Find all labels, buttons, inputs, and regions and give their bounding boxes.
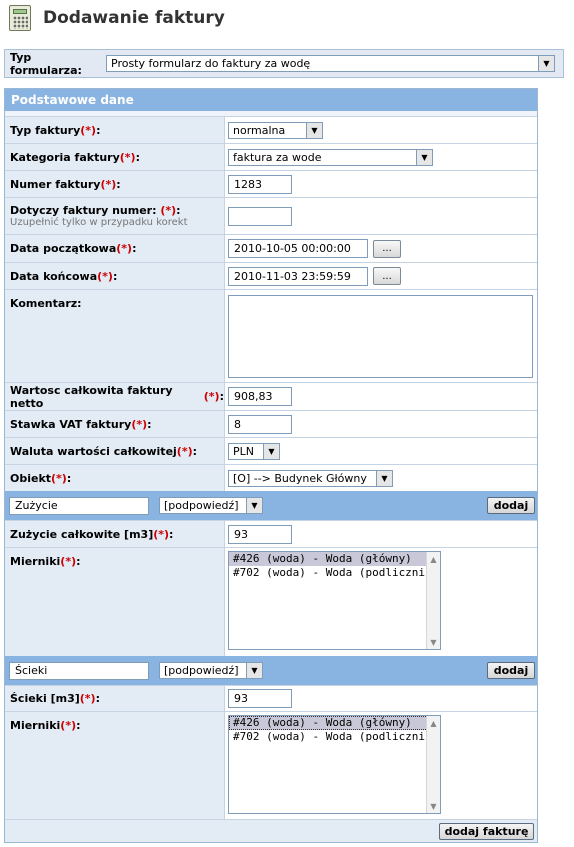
related-invoice-input[interactable]	[228, 206, 292, 226]
total-sewage-input[interactable]: 93	[228, 689, 292, 708]
consumption-name-input[interactable]: Zużycie	[9, 496, 149, 515]
row-currency: Waluta wartości całkowitej (*): PLN ▼	[5, 437, 537, 464]
basic-data-panel: Podstawowe dane Typ faktury (*): normalna…	[4, 88, 538, 843]
consumption-section-bar: Zużycie [podpowiedź] ▼ dodaj	[5, 491, 537, 520]
consumption-add-button[interactable]: dodaj	[487, 497, 535, 514]
sewage-name-input[interactable]: Ścieki	[9, 661, 149, 680]
row-vat-rate: Stawka VAT faktury (*): 8	[5, 410, 537, 437]
row-invoice-number: Numer faktury (*): 1283	[5, 170, 537, 197]
vat-rate-input[interactable]: 8	[228, 414, 292, 434]
row-end-date: Data końcowa (*): 2010-11-03 23:59:59 ...	[5, 262, 537, 289]
related-invoice-hint: Uzupełnić tylko w przypadku korekt	[10, 217, 188, 228]
chevron-down-icon: ▼	[376, 470, 392, 486]
form-type-select[interactable]: Prosty formularz do faktury za wodę ▼	[106, 55, 555, 72]
chevron-down-icon: ▼	[246, 498, 262, 513]
object-select[interactable]: [O] --> Budynek Główny ▼	[228, 469, 393, 487]
list-item[interactable]: #702 (woda) - Woda (podlicznik)	[229, 730, 440, 744]
invoice-category-select[interactable]: faktura za wode ▼	[228, 148, 433, 166]
end-date-input[interactable]: 2010-11-03 23:59:59	[228, 266, 368, 286]
start-date-input[interactable]: 2010-10-05 00:00:00	[228, 239, 368, 258]
row-net-total: Wartosc całkowita faktury netto (*): 908,…	[5, 382, 537, 410]
scroll-down-icon[interactable]: ▼	[427, 635, 440, 649]
total-consumption-input[interactable]: 93	[228, 524, 292, 544]
sewage-add-button[interactable]: dodaj	[487, 662, 535, 679]
meters-listbox[interactable]: #426 (woda) - Woda (główny) #702 (woda) …	[228, 715, 441, 814]
list-item[interactable]: #426 (woda) - Woda (główny)	[229, 552, 440, 566]
row-total-consumption: Zużycie całkowite [m3] (*): 93	[5, 520, 537, 547]
meters-listbox[interactable]: #426 (woda) - Woda (główny) #702 (woda) …	[228, 551, 441, 650]
invoice-number-input[interactable]: 1283	[228, 174, 292, 194]
sewage-hint-select[interactable]: [podpowiedź] ▼	[159, 662, 263, 679]
row-invoice-type: Typ faktury (*): normalna ▼	[5, 116, 537, 143]
start-date-picker-button[interactable]: ...	[373, 239, 401, 258]
row-meters-consumption: Mierniki (*): #426 (woda) - Woda (główny)…	[5, 547, 537, 656]
chevron-down-icon: ▼	[246, 663, 262, 678]
form-type-bar: Typ formularza: Prosty formularz do fakt…	[4, 49, 564, 78]
scroll-up-icon[interactable]: ▲	[427, 716, 440, 730]
row-meters-sewage: Mierniki (*): #426 (woda) - Woda (główny)…	[5, 711, 537, 819]
form-type-label: Typ formularza:	[10, 50, 82, 77]
scroll-down-icon[interactable]: ▼	[427, 799, 440, 813]
chevron-down-icon: ▼	[263, 443, 279, 459]
invoice-type-select[interactable]: normalna ▼	[228, 121, 323, 139]
page-title: Dodawanie faktury	[43, 8, 225, 28]
calculator-icon	[9, 5, 31, 31]
form-footer: dodaj fakturę	[5, 819, 537, 842]
row-comment: Komentarz:	[5, 289, 537, 382]
row-start-date: Data początkowa (*): 2010-10-05 00:00:00 …	[5, 234, 537, 262]
chevron-down-icon: ▼	[416, 149, 432, 165]
net-total-input[interactable]: 908,83	[228, 387, 292, 406]
comment-textarea[interactable]	[228, 294, 533, 378]
row-invoice-category: Kategoria faktury (*): faktura za wode ▼	[5, 143, 537, 170]
scrollbar[interactable]: ▲ ▼	[426, 552, 440, 649]
end-date-picker-button[interactable]: ...	[373, 267, 401, 285]
list-item[interactable]: #702 (woda) - Woda (podlicznik)	[229, 566, 440, 580]
row-related-invoice: Dotyczy faktury numer: (*): Uzupełnić ty…	[5, 197, 537, 234]
chevron-down-icon: ▼	[538, 56, 554, 71]
submit-invoice-button[interactable]: dodaj fakturę	[439, 823, 534, 840]
scroll-up-icon[interactable]: ▲	[427, 552, 440, 566]
sewage-section-bar: Ścieki [podpowiedź] ▼ dodaj	[5, 656, 537, 685]
row-total-sewage: Ścieki [m3] (*): 93	[5, 685, 537, 711]
page-header: Dodawanie faktury	[9, 4, 225, 32]
row-object: Obiekt (*): [O] --> Budynek Główny ▼	[5, 464, 537, 491]
section-title: Podstawowe dane	[5, 89, 537, 111]
chevron-down-icon: ▼	[306, 122, 322, 138]
scrollbar[interactable]: ▲ ▼	[426, 716, 440, 813]
consumption-hint-select[interactable]: [podpowiedź] ▼	[159, 497, 263, 514]
currency-select[interactable]: PLN ▼	[228, 442, 280, 460]
list-item[interactable]: #426 (woda) - Woda (główny)	[229, 716, 440, 730]
